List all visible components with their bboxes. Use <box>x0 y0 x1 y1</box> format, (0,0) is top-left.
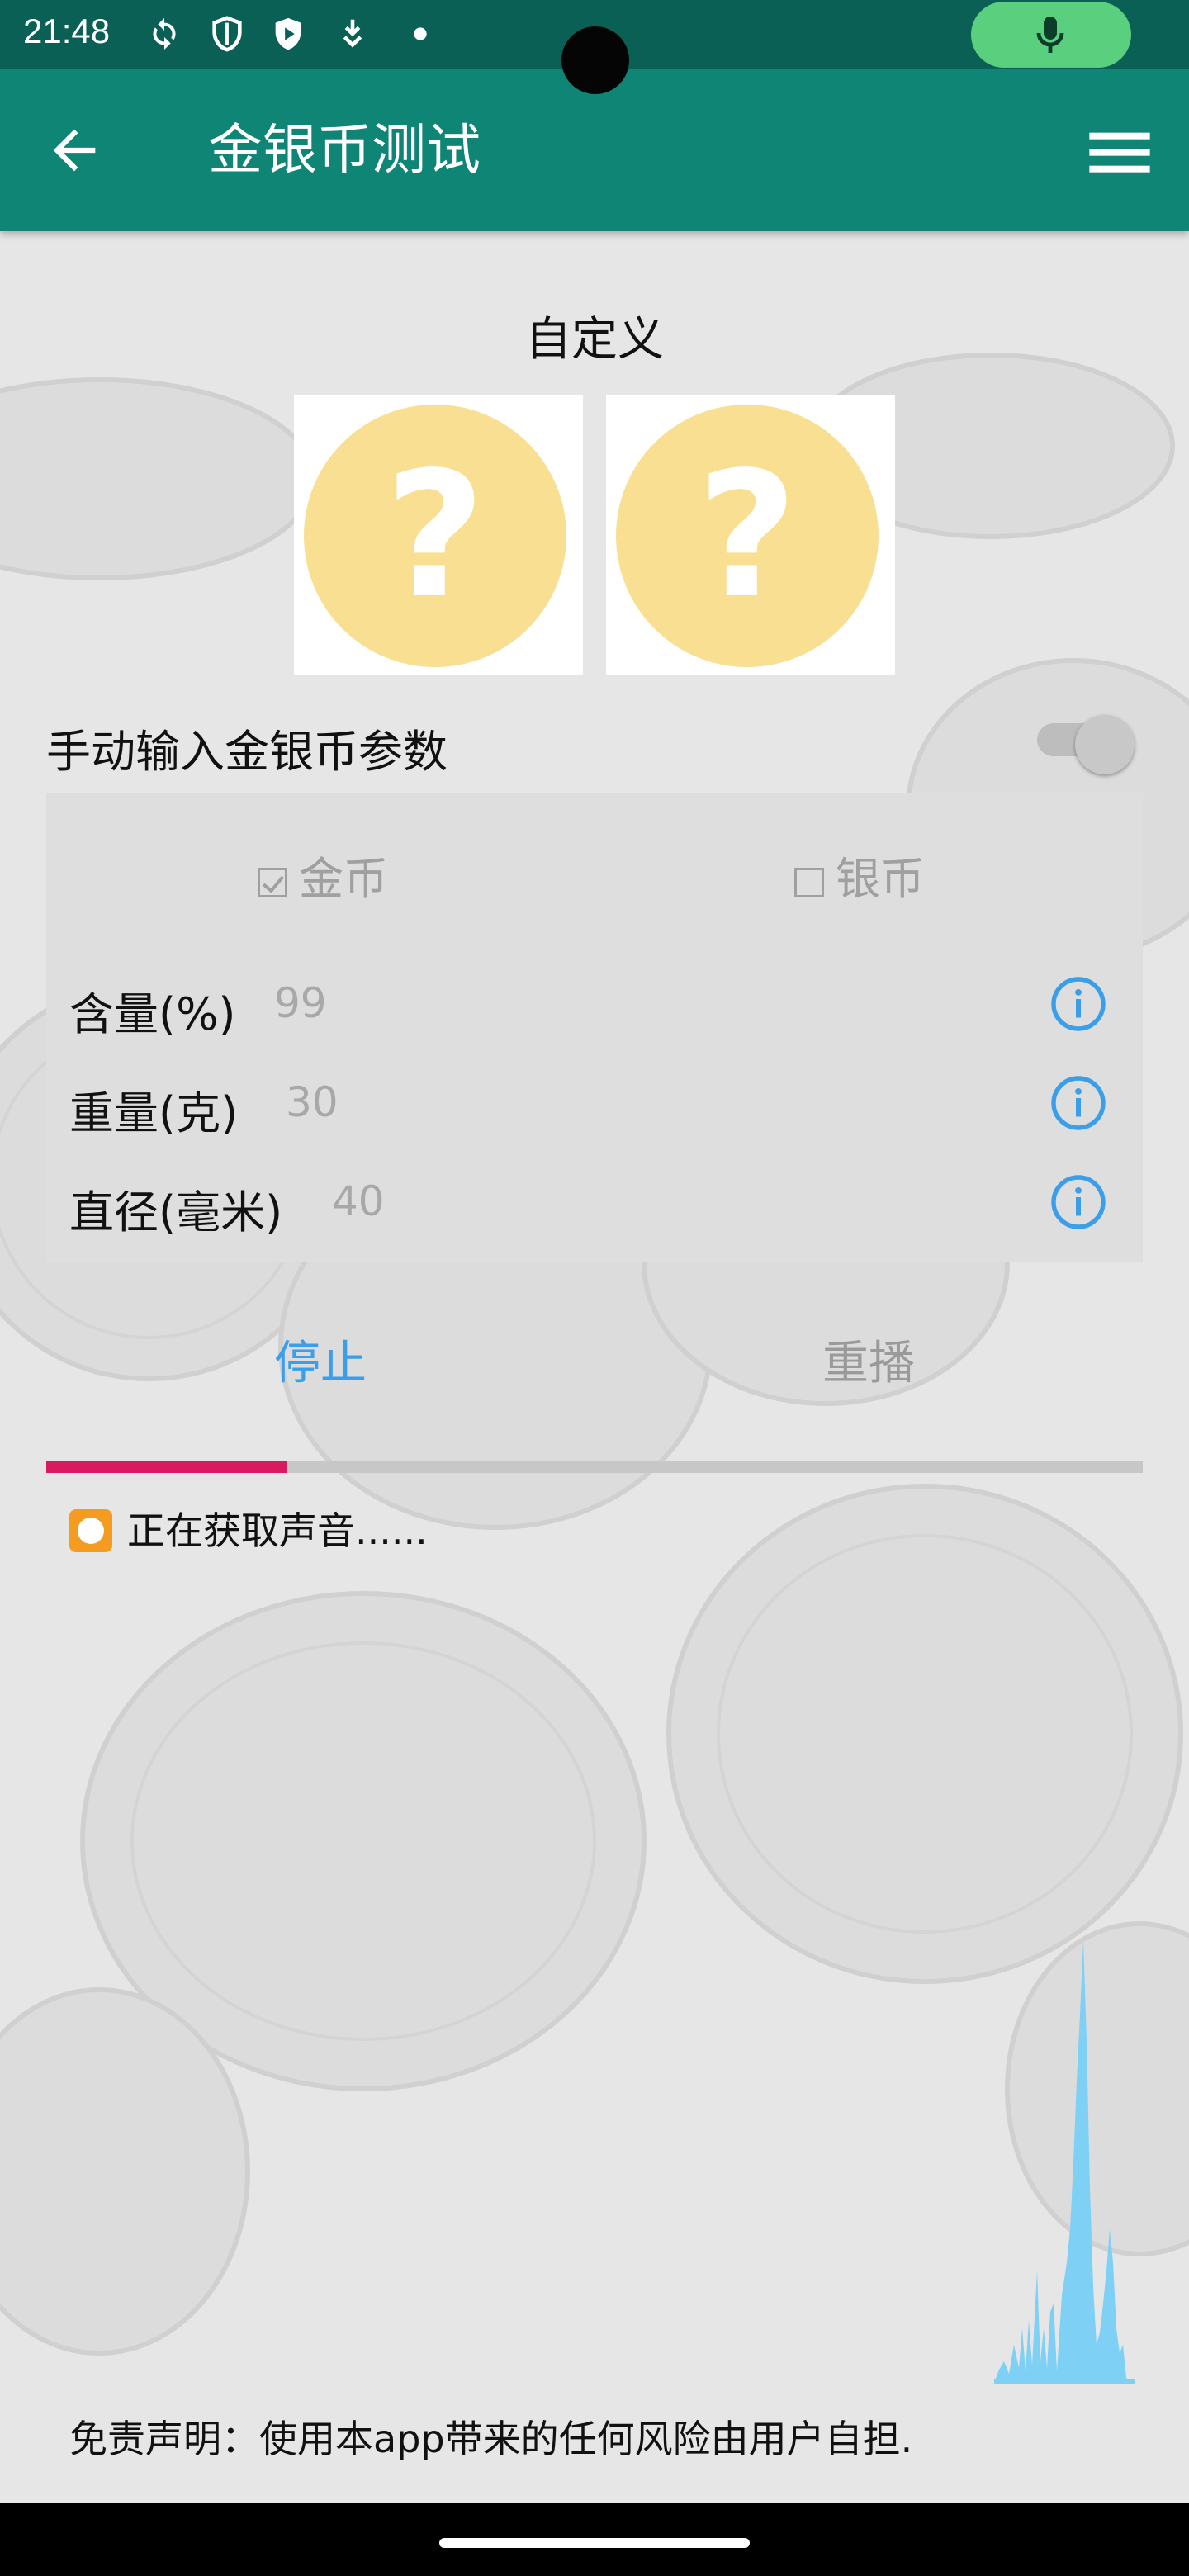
purity-input[interactable]: 99 <box>274 979 327 1027</box>
purity-label: 含量(%) <box>69 988 236 1040</box>
manual-input-label: 手动输入金银币参数 <box>46 726 448 778</box>
download-icon <box>343 19 362 48</box>
gold-label: 金币 <box>299 853 388 905</box>
audio-waveform <box>994 1940 1135 2384</box>
disclaimer-text: 免责声明：使用本app带来的任何风险由用户自担. <box>69 2417 913 2461</box>
custom-label: 自定义 <box>525 313 664 367</box>
stop-button[interactable]: 停止 <box>274 1326 367 1393</box>
coin-front-image[interactable]: ? <box>294 395 583 675</box>
params-panel: 金币 银币 含量(%) 99 重量(克) 30 直径(毫米) 40 <box>46 793 1143 1262</box>
weight-input[interactable]: 30 <box>286 1078 339 1126</box>
diameter-label: 直径(毫米) <box>69 1186 283 1238</box>
dot-icon <box>414 27 427 40</box>
camera-cutout <box>561 26 629 94</box>
param-row-purity: 含量(%) 99 <box>46 956 1143 1047</box>
record-icon <box>69 1509 112 1552</box>
info-icon[interactable] <box>1049 1172 1108 1232</box>
param-row-weight: 重量(克) 30 <box>46 1055 1143 1146</box>
gold-checkbox[interactable]: 金币 <box>258 842 388 907</box>
coin-back-image[interactable]: ? <box>606 395 895 675</box>
checkbox-empty-icon <box>794 868 824 897</box>
shield-icon <box>212 16 242 52</box>
mic-indicator <box>971 2 1131 68</box>
checkbox-checked-icon <box>258 868 287 897</box>
coin-placeholder: ? <box>616 405 879 667</box>
weight-label: 重量(克) <box>69 1087 239 1139</box>
param-row-diameter: 直径(毫米) 40 <box>46 1154 1143 1245</box>
silver-checkbox[interactable]: 银币 <box>794 842 925 907</box>
info-icon[interactable] <box>1049 974 1108 1034</box>
page-title: 金银币测试 <box>208 118 481 182</box>
progress-bar <box>46 1461 1143 1473</box>
status-text: 正在获取声音...... <box>127 1508 428 1553</box>
question-mark: ? <box>697 434 798 637</box>
silver-label: 银币 <box>836 853 925 905</box>
status-time: 21:48 <box>23 12 111 50</box>
progress-fill <box>46 1461 288 1473</box>
home-indicator[interactable] <box>439 2538 750 2548</box>
mic-icon <box>1036 17 1064 53</box>
menu-icon[interactable] <box>1087 122 1153 182</box>
diameter-input[interactable]: 40 <box>332 1177 385 1225</box>
play-shield-icon <box>275 17 301 50</box>
replay-button[interactable]: 重播 <box>822 1326 915 1393</box>
arrow-back-icon[interactable] <box>43 119 106 182</box>
status-row: 正在获取声音...... <box>69 1501 428 1556</box>
info-icon[interactable] <box>1049 1073 1108 1133</box>
sync-icon <box>153 17 176 50</box>
coin-placeholder: ? <box>304 405 566 667</box>
question-mark: ? <box>385 434 486 637</box>
toggle-thumb[interactable] <box>1075 715 1135 774</box>
